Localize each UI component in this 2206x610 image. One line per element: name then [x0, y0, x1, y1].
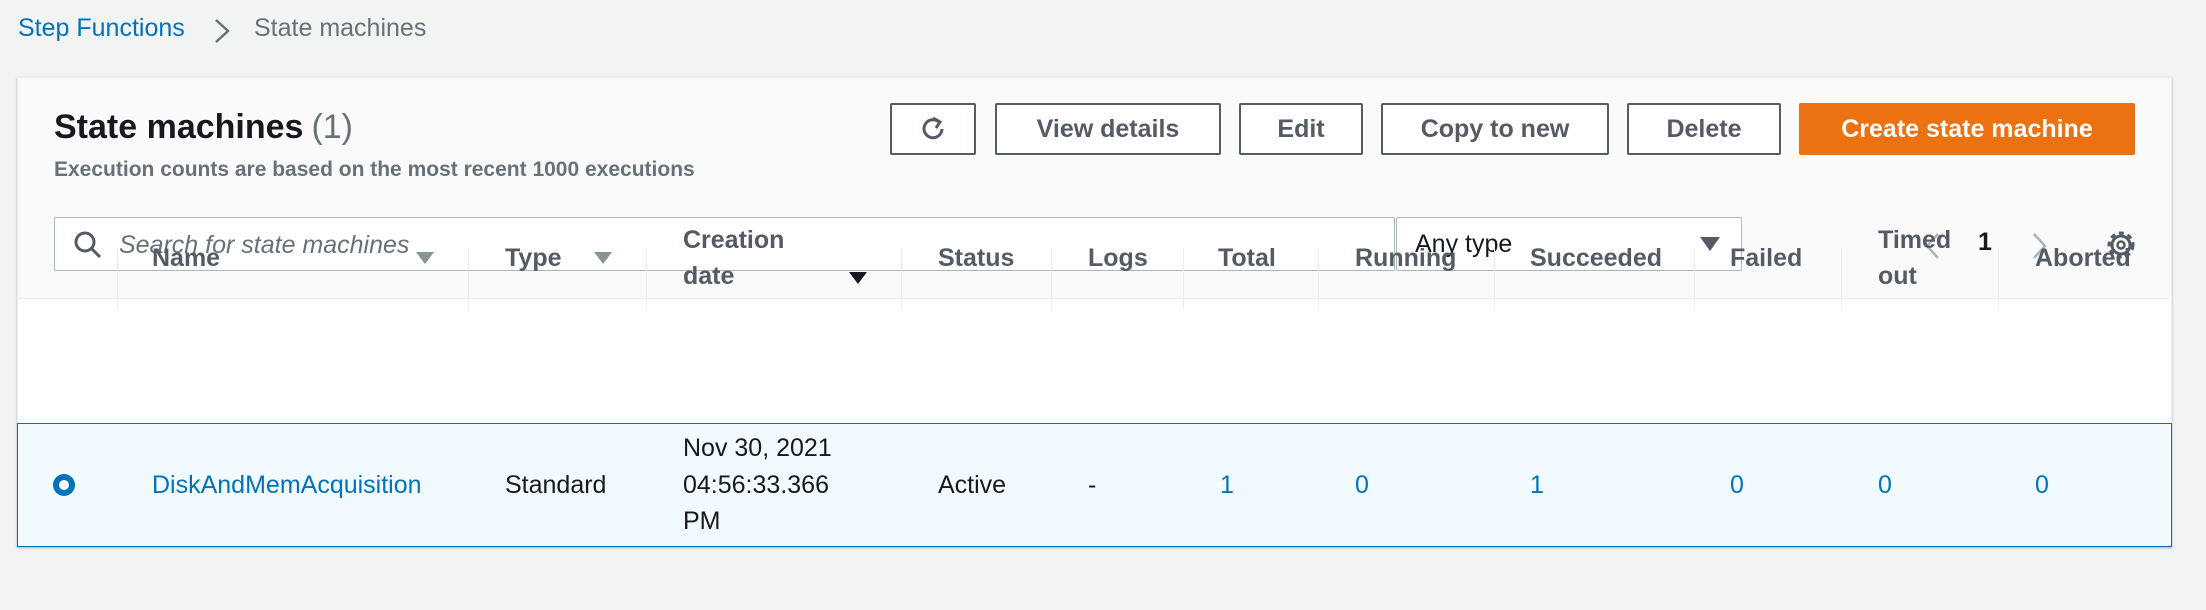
column-header-failed: Failed: [1730, 244, 1803, 272]
column-header-succeeded: Succeeded: [1530, 244, 1663, 272]
cell-creation-date-line2: 04:56:33.366: [683, 471, 829, 499]
view-details-button[interactable]: View details: [995, 103, 1221, 155]
breadcrumb-current: State machines: [254, 14, 427, 42]
column-header-aborted: Aborted: [2035, 244, 2131, 272]
state-machine-count: (1): [311, 108, 354, 146]
column-divider: [901, 248, 902, 310]
column-header-logs: Logs: [1088, 244, 1148, 272]
delete-button[interactable]: Delete: [1627, 103, 1781, 155]
column-divider: [1494, 248, 1495, 310]
column-header-timed-out-line1: Timed: [1878, 226, 1952, 254]
column-divider: [1694, 248, 1695, 310]
cell-creation-date-line1: Nov 30, 2021: [683, 434, 832, 462]
column-header-type[interactable]: Type: [505, 240, 562, 276]
cell-succeeded-link[interactable]: 1: [1530, 467, 1544, 503]
column-header-name[interactable]: Name: [152, 240, 220, 276]
cell-type: Standard: [505, 471, 607, 499]
breadcrumb-step-functions-link[interactable]: Step Functions: [18, 14, 185, 43]
column-divider: [1051, 248, 1052, 310]
column-header-total: Total: [1218, 244, 1276, 272]
cell-aborted-link[interactable]: 0: [2035, 467, 2049, 503]
cell-creation-date-line3: PM: [683, 507, 721, 535]
page-title-text: State machines: [54, 108, 304, 146]
sort-caret-icon[interactable]: [593, 250, 613, 266]
column-divider: [646, 248, 647, 310]
row-radio-selected-icon[interactable]: [51, 472, 77, 498]
column-divider: [1183, 248, 1184, 310]
cell-total-link[interactable]: 1: [1220, 467, 1234, 503]
state-machines-panel: State machines (1) Execution counts are b…: [17, 77, 2172, 547]
column-divider: [1998, 248, 1999, 310]
cell-status: Active: [938, 471, 1007, 499]
cell-failed-link[interactable]: 0: [1730, 467, 1744, 503]
refresh-button[interactable]: [890, 103, 976, 155]
sort-caret-active-icon[interactable]: [848, 270, 868, 286]
column-header-timed-out-line2: out: [1878, 262, 1917, 290]
table-row[interactable]: DiskAndMemAcquisition Standard Nov 30, 2…: [17, 423, 2172, 547]
column-header-status: Status: [938, 244, 1015, 272]
column-divider: [1318, 248, 1319, 310]
column-header-creation-date-line1[interactable]: Creation: [683, 222, 784, 258]
create-state-machine-button[interactable]: Create state machine: [1799, 103, 2135, 155]
column-divider: [117, 248, 118, 310]
current-page-number[interactable]: 1: [1970, 228, 2000, 257]
column-divider: [468, 248, 469, 310]
edit-button[interactable]: Edit: [1239, 103, 1363, 155]
column-header-creation-date-line2[interactable]: date: [683, 258, 734, 294]
cell-running-link[interactable]: 0: [1355, 467, 1369, 503]
copy-to-new-button[interactable]: Copy to new: [1381, 103, 1609, 155]
refresh-icon: [922, 116, 944, 140]
column-divider: [1841, 248, 1842, 310]
search-icon: [74, 231, 102, 259]
page-title: State machines (1): [54, 108, 353, 147]
state-machine-name-link[interactable]: DiskAndMemAcquisition: [152, 467, 422, 503]
column-header-running: Running: [1355, 244, 1457, 272]
cell-timed-out-link[interactable]: 0: [1878, 467, 1892, 503]
chevron-right-icon: [215, 19, 230, 43]
sort-caret-icon[interactable]: [415, 250, 435, 266]
panel-description: Execution counts are based on the most r…: [54, 158, 695, 181]
caret-down-icon: [1700, 237, 1720, 251]
cell-logs: -: [1088, 471, 1097, 499]
